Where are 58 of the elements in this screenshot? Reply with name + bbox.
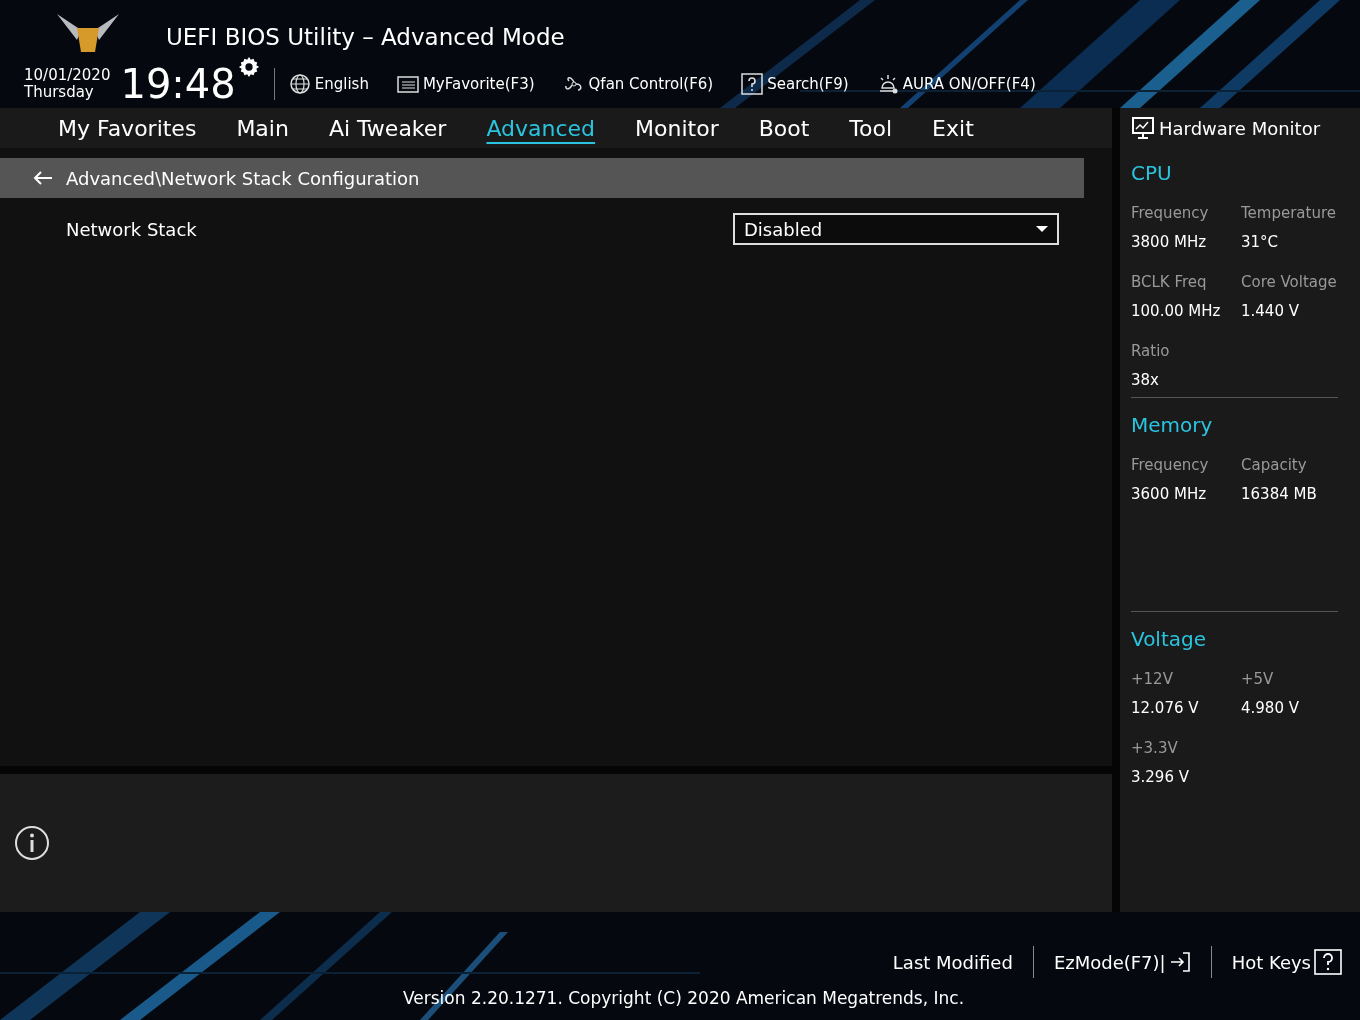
reading-label: +5V [1241, 669, 1275, 690]
info-icon [14, 825, 50, 861]
reading-label: Frequency [1131, 455, 1210, 476]
exit-arrow-icon [1168, 951, 1191, 973]
reading-label: Temperature [1241, 203, 1338, 224]
panel-title: Hardware Monitor [1159, 116, 1321, 141]
setting-label: Network Stack [66, 217, 197, 242]
reading-value: 16384 MB [1241, 483, 1318, 505]
reading-value: 3.296 V [1131, 766, 1190, 788]
toolbar-button[interactable]: English [288, 72, 369, 96]
monitor-chart-icon [1131, 116, 1155, 140]
menu-tab[interactable]: Tool [849, 111, 893, 145]
reading-label: +3.3V [1131, 738, 1179, 759]
reading-label: +12V [1131, 669, 1174, 690]
version-text: Version 2.20.1271. Copyright (C) 2020 American Megatrends, Inc. [403, 987, 965, 1010]
question-box-icon [741, 73, 764, 95]
reading-value: 3600 MHz [1131, 483, 1208, 505]
weekday-text: Thursday [24, 84, 95, 101]
menu-tab[interactable]: Boot [758, 111, 810, 145]
date-text: 10/01/2020 [24, 67, 111, 84]
gear-icon[interactable] [237, 56, 260, 78]
breadcrumb-path: Advanced\Network Stack Configuration [66, 166, 420, 191]
section-title: Voltage [1131, 626, 1208, 653]
footer-button[interactable]: Last Modified [892, 948, 1013, 976]
list-icon [396, 73, 419, 95]
reading-value: 1.440 V [1241, 300, 1300, 322]
section-title: Memory [1131, 412, 1214, 439]
clock-time: 19:48 [120, 64, 236, 104]
reading-label: BCLK Freq [1131, 272, 1208, 293]
menu-tab[interactable]: Main [236, 111, 289, 145]
menu-tab[interactable]: Exit [932, 111, 974, 145]
menu-tab[interactable]: Advanced [486, 111, 596, 145]
reading-value: 100.00 MHz [1131, 300, 1222, 322]
footer-button[interactable]: Hot Keys [1231, 948, 1342, 976]
caret-icon [1036, 226, 1048, 232]
back-arrow-icon[interactable] [32, 170, 54, 186]
reading-label: Capacity [1241, 455, 1308, 476]
menu-tab[interactable]: Ai Tweaker [328, 111, 447, 145]
reading-value: 4.980 V [1241, 697, 1300, 719]
menu-tab[interactable]: My Favorites [58, 111, 197, 145]
section-title: CPU [1131, 160, 1173, 187]
question-box-icon [1314, 949, 1342, 975]
toolbar-button[interactable]: Qfan Control(F6) [562, 72, 714, 96]
reading-label: Core Voltage [1241, 272, 1338, 293]
menu-tab[interactable]: Monitor [635, 111, 719, 145]
toolbar-button[interactable]: AURA ON/OFF(F4) [876, 72, 1036, 96]
reading-value: 12.076 V [1131, 697, 1200, 719]
footer-button[interactable]: EzMode(F7)| [1053, 948, 1191, 976]
window-title: UEFI BIOS Utility – Advanced Mode [166, 23, 565, 52]
reading-label: Frequency [1131, 203, 1210, 224]
dropdown[interactable]: Disabled [733, 213, 1059, 245]
globe-icon [288, 73, 311, 95]
toolbar-button[interactable]: Search(F9) [741, 72, 849, 96]
reading-value: 3800 MHz [1131, 231, 1208, 253]
reading-label: Ratio [1131, 341, 1171, 362]
toolbar-button[interactable]: MyFavorite(F3) [396, 72, 535, 96]
reading-value: 31°C [1241, 231, 1280, 253]
reading-value: 38x [1131, 369, 1160, 391]
